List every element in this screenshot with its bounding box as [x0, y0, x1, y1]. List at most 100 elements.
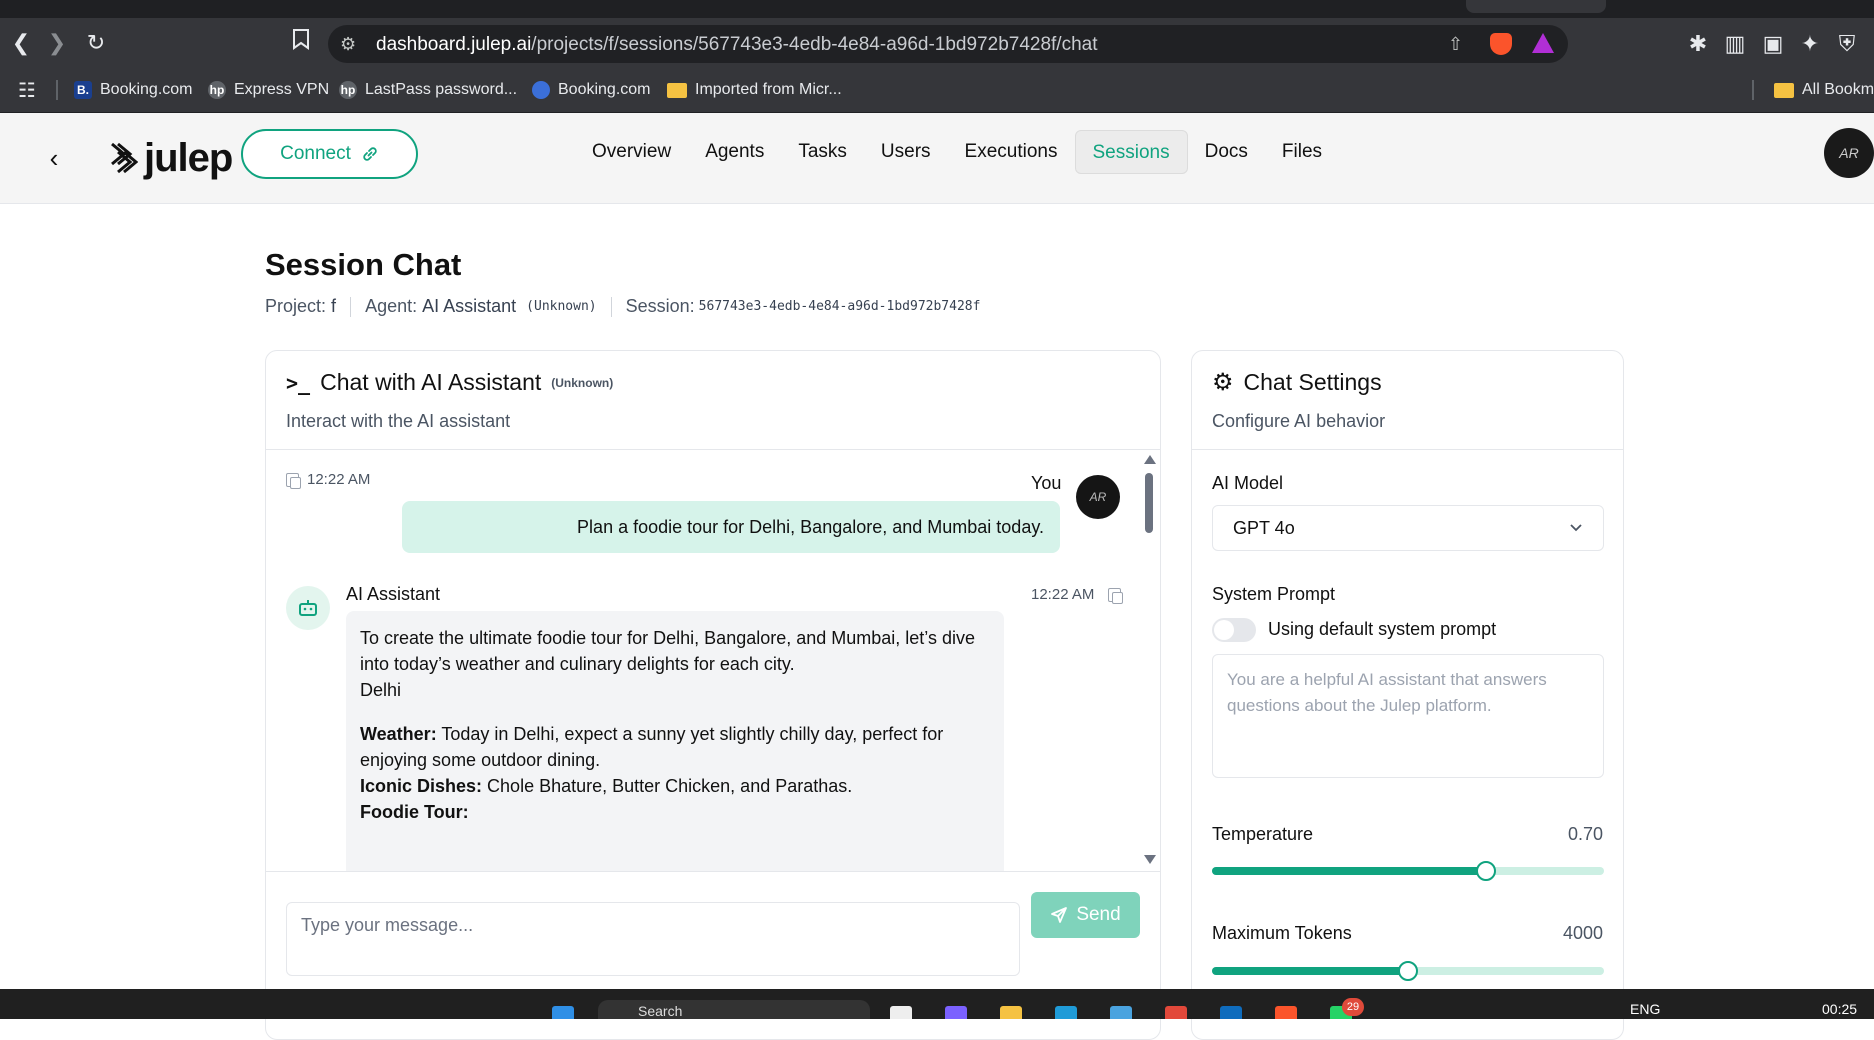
app-icon[interactable] — [1165, 1006, 1187, 1019]
nav-users[interactable]: Users — [864, 130, 948, 174]
temperature-value: 0.70 — [1567, 824, 1603, 844]
session-label: Session: — [625, 296, 695, 316]
bookmark-booking-2[interactable]: Booking.com — [532, 78, 651, 102]
chat-subtitle: Interact with the AI assistant — [286, 411, 511, 431]
task-view-icon[interactable] — [890, 1006, 912, 1019]
message-input[interactable] — [286, 902, 1020, 976]
file-explorer-icon[interactable] — [1000, 1006, 1022, 1019]
brave-browser-icon[interactable] — [1275, 1006, 1297, 1019]
url-text: dashboard.julep.ai/projects/f/sessions/5… — [376, 34, 1098, 55]
copy-icon[interactable] — [286, 472, 301, 489]
slider-thumb[interactable] — [1476, 861, 1497, 881]
system-prompt-input[interactable] — [1212, 654, 1604, 778]
julep-logo[interactable]: julep — [110, 133, 233, 183]
message-time: 12:22 AM — [307, 471, 371, 488]
temperature-slider[interactable] — [1212, 861, 1604, 881]
model-value: GPT 4o — [1233, 517, 1295, 538]
store-icon[interactable] — [1110, 1006, 1132, 1019]
bookmarks-divider — [1752, 80, 1754, 100]
bot-sender-label: AI Assistant — [346, 584, 441, 604]
user-message-meta: 12:22 AM — [286, 471, 371, 489]
brave-rewards-icon[interactable] — [1532, 33, 1554, 53]
copilot-icon[interactable] — [945, 1006, 967, 1019]
taskbar-search[interactable]: Search — [598, 1000, 870, 1019]
max-tokens-slider[interactable] — [1212, 961, 1604, 981]
nav-agents[interactable]: Agents — [688, 130, 781, 174]
hp-icon: hp — [339, 81, 357, 99]
session-meta: Project: f Agent: AI Assistant (Unknown)… — [265, 296, 980, 317]
wallet-icon[interactable]: ▣ — [1759, 30, 1787, 58]
bookmark-page-icon[interactable] — [286, 28, 316, 58]
nav-executions[interactable]: Executions — [948, 130, 1075, 174]
user-message-avatar: AR — [1076, 475, 1120, 519]
nav-docs[interactable]: Docs — [1188, 130, 1265, 174]
send-button[interactable]: Send — [1031, 892, 1140, 938]
copy-icon[interactable] — [1108, 587, 1124, 604]
terminal-icon: >_ — [286, 370, 311, 395]
slider-fill — [1212, 867, 1487, 875]
notification-badge: 29 — [1342, 998, 1364, 1016]
scroll-down-arrow-icon[interactable] — [1144, 855, 1156, 864]
browser-back-icon[interactable]: ❮ — [6, 28, 36, 58]
browser-reload-icon[interactable]: ↻ — [81, 28, 111, 58]
nav-sessions[interactable]: Sessions — [1074, 130, 1188, 174]
nav-files[interactable]: Files — [1265, 130, 1339, 174]
bookmark-label: LastPass password... — [365, 81, 518, 98]
bookmark-express-vpn[interactable]: hp Express VPN — [208, 78, 329, 102]
apps-grid-icon[interactable]: ☷ — [12, 76, 42, 106]
settings-title-text: Chat Settings — [1243, 369, 1382, 395]
app-header: ‹ julep Connect Overview Agents Tasks Us… — [0, 113, 1874, 204]
chat-title: >_ Chat with AI Assistant (Unknown) — [286, 369, 613, 396]
leo-ai-icon[interactable]: ✦ — [1796, 30, 1824, 58]
user-sender-label: You — [1031, 473, 1062, 493]
outlook-icon[interactable] — [1220, 1006, 1242, 1019]
bookmark-lastpass[interactable]: hp LastPass password... — [339, 78, 517, 102]
scroll-up-arrow-icon[interactable] — [1144, 455, 1156, 464]
brave-shields-icon[interactable] — [1490, 33, 1512, 55]
bot-message-meta: 12:22 AM — [1031, 586, 1124, 604]
vpn-icon[interactable]: ⛨ — [1833, 30, 1861, 58]
settings-title: ⚙ Chat Settings — [1212, 369, 1382, 396]
chat-header: >_ Chat with AI Assistant (Unknown) Inte… — [266, 351, 1160, 450]
windows-start-icon[interactable] — [552, 1006, 574, 1019]
weather-text: Today in Delhi, expect a sunny yet sligh… — [360, 724, 944, 770]
edge-icon[interactable] — [1055, 1006, 1077, 1019]
bookmark-imported-folder[interactable]: Imported from Micr... — [667, 78, 842, 102]
taskbar-clock[interactable]: 00:25 — [1822, 1001, 1857, 1017]
browser-forward-icon[interactable]: ❯ — [42, 28, 72, 58]
active-browser-tab[interactable] — [1466, 0, 1606, 13]
chevron-down-icon — [1570, 524, 1582, 532]
send-label: Send — [1076, 904, 1121, 925]
max-tokens-value: 4000 — [1562, 923, 1603, 943]
scroll-thumb[interactable] — [1145, 473, 1153, 533]
default-prompt-toggle[interactable] — [1212, 618, 1256, 642]
sidebar-icon[interactable]: ▥ — [1721, 30, 1749, 58]
message-scrollbar[interactable] — [1142, 451, 1156, 871]
back-arrow-icon[interactable]: ‹ — [42, 138, 66, 178]
message-list[interactable]: 12:22 AM You AR Plan a foodie tour for D… — [266, 451, 1160, 871]
user-message-bubble: Plan a foodie tour for Delhi, Bangalore,… — [402, 501, 1060, 553]
site-settings-icon[interactable]: ⚙ — [340, 33, 356, 55]
slider-thumb[interactable] — [1398, 961, 1418, 981]
address-bar[interactable]: ⚙ dashboard.julep.ai/projects/f/sessions… — [328, 25, 1568, 63]
all-bookmarks-label: All Bookma — [1802, 81, 1874, 98]
input-language[interactable]: ENG — [1630, 1001, 1660, 1017]
chat-card: >_ Chat with AI Assistant (Unknown) Inte… — [265, 350, 1161, 1040]
bot-avatar — [286, 586, 330, 630]
user-avatar[interactable]: AR — [1824, 128, 1874, 178]
connect-button[interactable]: Connect — [241, 129, 418, 179]
all-bookmarks[interactable]: All Bookma — [1774, 78, 1874, 102]
chat-title-text: Chat with AI Assistant — [320, 369, 542, 395]
session-id: 567743e3-4edb-4e84-a96d-1bd972b7428f — [698, 299, 981, 314]
nav-tasks[interactable]: Tasks — [781, 130, 864, 174]
nav-overview[interactable]: Overview — [575, 130, 688, 174]
dishes-label: Iconic Dishes: — [360, 776, 483, 796]
taskbar-search-label: Search — [638, 1003, 683, 1019]
extensions-icon[interactable]: ✱ — [1684, 30, 1712, 58]
message-time: 12:22 AM — [1031, 586, 1095, 603]
bookmarks-divider — [56, 80, 58, 100]
model-select[interactable]: GPT 4o — [1212, 505, 1604, 551]
settings-header: ⚙ Chat Settings Configure AI behavior — [1192, 351, 1623, 450]
share-icon[interactable]: ⇧ — [1448, 33, 1463, 55]
bookmark-booking-1[interactable]: B. Booking.com — [74, 78, 193, 102]
